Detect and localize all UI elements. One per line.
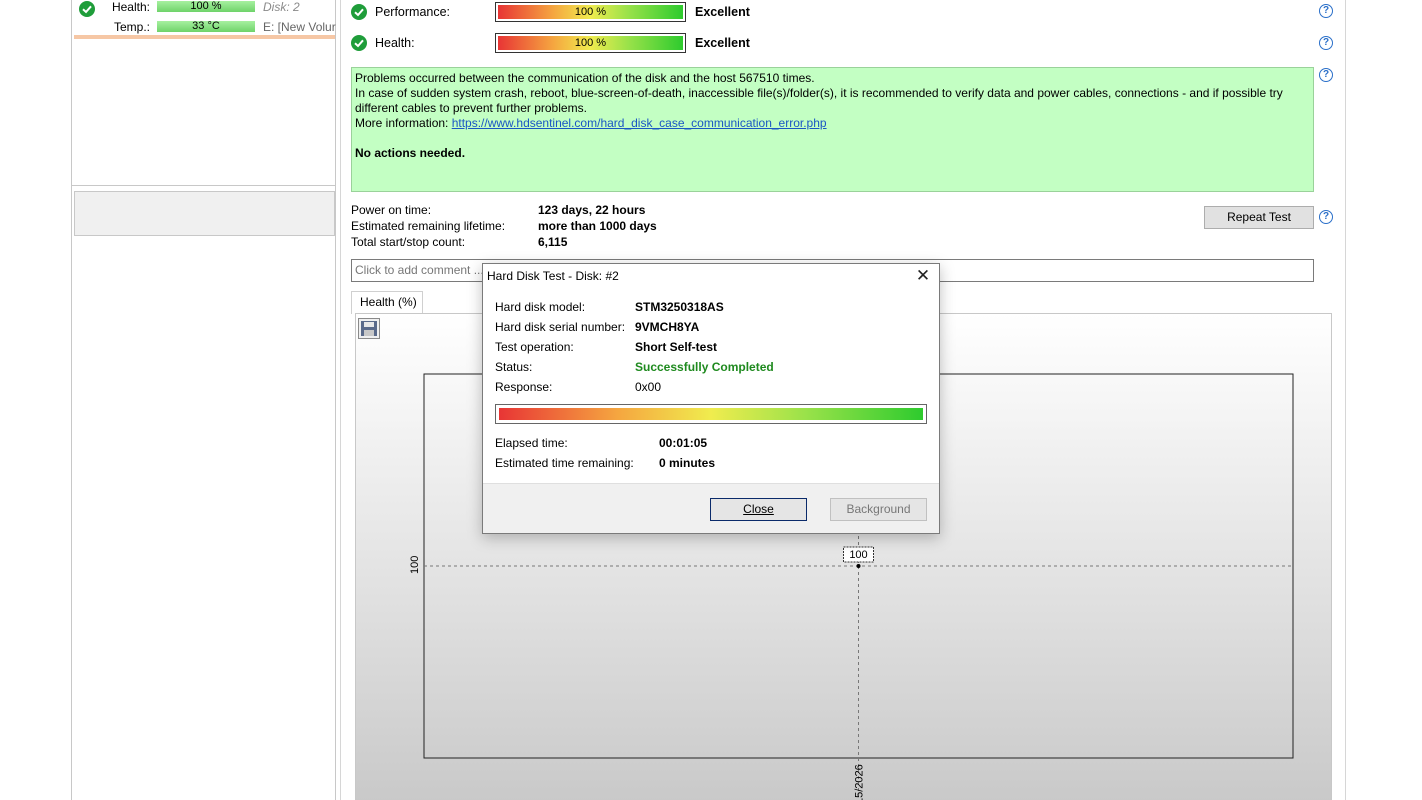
data-point <box>856 564 861 568</box>
help-icon[interactable]: ? <box>1319 210 1333 224</box>
y-tick-label: 100 <box>409 556 421 574</box>
close-icon[interactable]: ✕ <box>914 267 932 285</box>
health-verdict: Excellent <box>695 36 750 50</box>
response-value: 0x00 <box>635 380 662 394</box>
lifetime-label: Estimated remaining lifetime: <box>351 219 506 233</box>
power-on-value: 123 days, 22 hours <box>538 203 646 217</box>
test-progress-bar <box>495 404 927 424</box>
elapsed-value: 00:01:05 <box>659 436 708 450</box>
data-label: 100 <box>849 549 867 561</box>
status-label: Status: <box>495 360 533 374</box>
help-icon[interactable]: ? <box>1319 36 1333 50</box>
health-label: Health: <box>111 0 150 14</box>
temp-label: Temp.: <box>113 20 150 34</box>
model-label: Hard disk model: <box>495 300 586 314</box>
performance-row: Performance: 100 % Excellent <box>351 2 1341 22</box>
remaining-value: 0 minutes <box>659 456 716 470</box>
message-line: In case of sudden system crash, reboot, … <box>355 86 1283 115</box>
tab-health[interactable]: Health (%) <box>351 291 423 314</box>
close-button[interactable]: Close <box>710 498 807 521</box>
message-line: Problems occurred between the communicat… <box>355 71 815 85</box>
more-info-line: More information: https://www.hdsentinel… <box>355 116 827 130</box>
info-link[interactable]: https://www.hdsentinel.com/hard_disk_cas… <box>452 116 827 130</box>
lifetime-value: more than 1000 days <box>538 219 657 233</box>
performance-verdict: Excellent <box>695 5 750 19</box>
health-row: Health: 100 % Excellent <box>351 33 1341 53</box>
performance-bar: 100 % <box>495 2 686 22</box>
check-icon <box>351 35 367 54</box>
serial-label: Hard disk serial number: <box>495 320 626 334</box>
health-bar: 100 % <box>495 33 686 53</box>
volume-label: E: [New Volur <box>263 20 336 34</box>
background-button[interactable]: Background <box>830 498 927 521</box>
disk-card[interactable]: Health: 100 % Disk: 2 Temp.: 33 °C E: [N… <box>74 0 336 39</box>
dialog-title: Hard Disk Test - Disk: #2 <box>487 269 619 283</box>
status-value: Successfully Completed <box>635 360 774 374</box>
x-tick-label: 15/2026 <box>854 764 866 800</box>
operation-value: Short Self-test <box>635 340 718 354</box>
power-on-label: Power on time: <box>351 203 432 217</box>
remaining-label: Estimated time remaining: <box>495 456 634 470</box>
dialog-footer: Close Background <box>483 483 939 533</box>
panel-divider <box>72 185 335 186</box>
serial-value: 9VMCH8YA <box>635 320 700 334</box>
help-icon[interactable]: ? <box>1319 68 1333 82</box>
model-value: STM3250318AS <box>635 300 724 314</box>
hard-disk-test-dialog: Hard Disk Test - Disk: #2 ✕ Hard disk mo… <box>482 263 940 534</box>
disk-info: Power on time: 123 days, 22 hours Estimat… <box>351 203 751 251</box>
disk-list-panel: Health: 100 % Disk: 2 Temp.: 33 °C E: [N… <box>71 0 336 800</box>
response-label: Response: <box>495 380 553 394</box>
secondary-panel <box>74 191 335 236</box>
temp-mini-bar: 33 °C <box>157 21 255 32</box>
start-stop-label: Total start/stop count: <box>351 235 466 249</box>
operation-label: Test operation: <box>495 340 574 354</box>
disk-temp-row: Temp.: 33 °C E: [New Volur <box>74 20 336 34</box>
performance-label: Performance: <box>375 5 451 19</box>
repeat-test-button[interactable]: Repeat Test <box>1204 206 1314 229</box>
health-label: Health: <box>375 36 415 50</box>
disk-number: Disk: 2 <box>263 0 300 14</box>
health-mini-bar: 100 % <box>157 1 255 12</box>
check-icon <box>351 4 367 23</box>
start-stop-value: 6,115 <box>538 235 568 249</box>
disk-health-row: Health: 100 % Disk: 2 <box>74 0 335 14</box>
conclusion-text: No actions needed. <box>355 146 466 160</box>
help-icon[interactable]: ? <box>1319 4 1333 18</box>
elapsed-label: Elapsed time: <box>495 436 568 450</box>
status-message-box: Problems occurred between the communicat… <box>351 67 1314 192</box>
